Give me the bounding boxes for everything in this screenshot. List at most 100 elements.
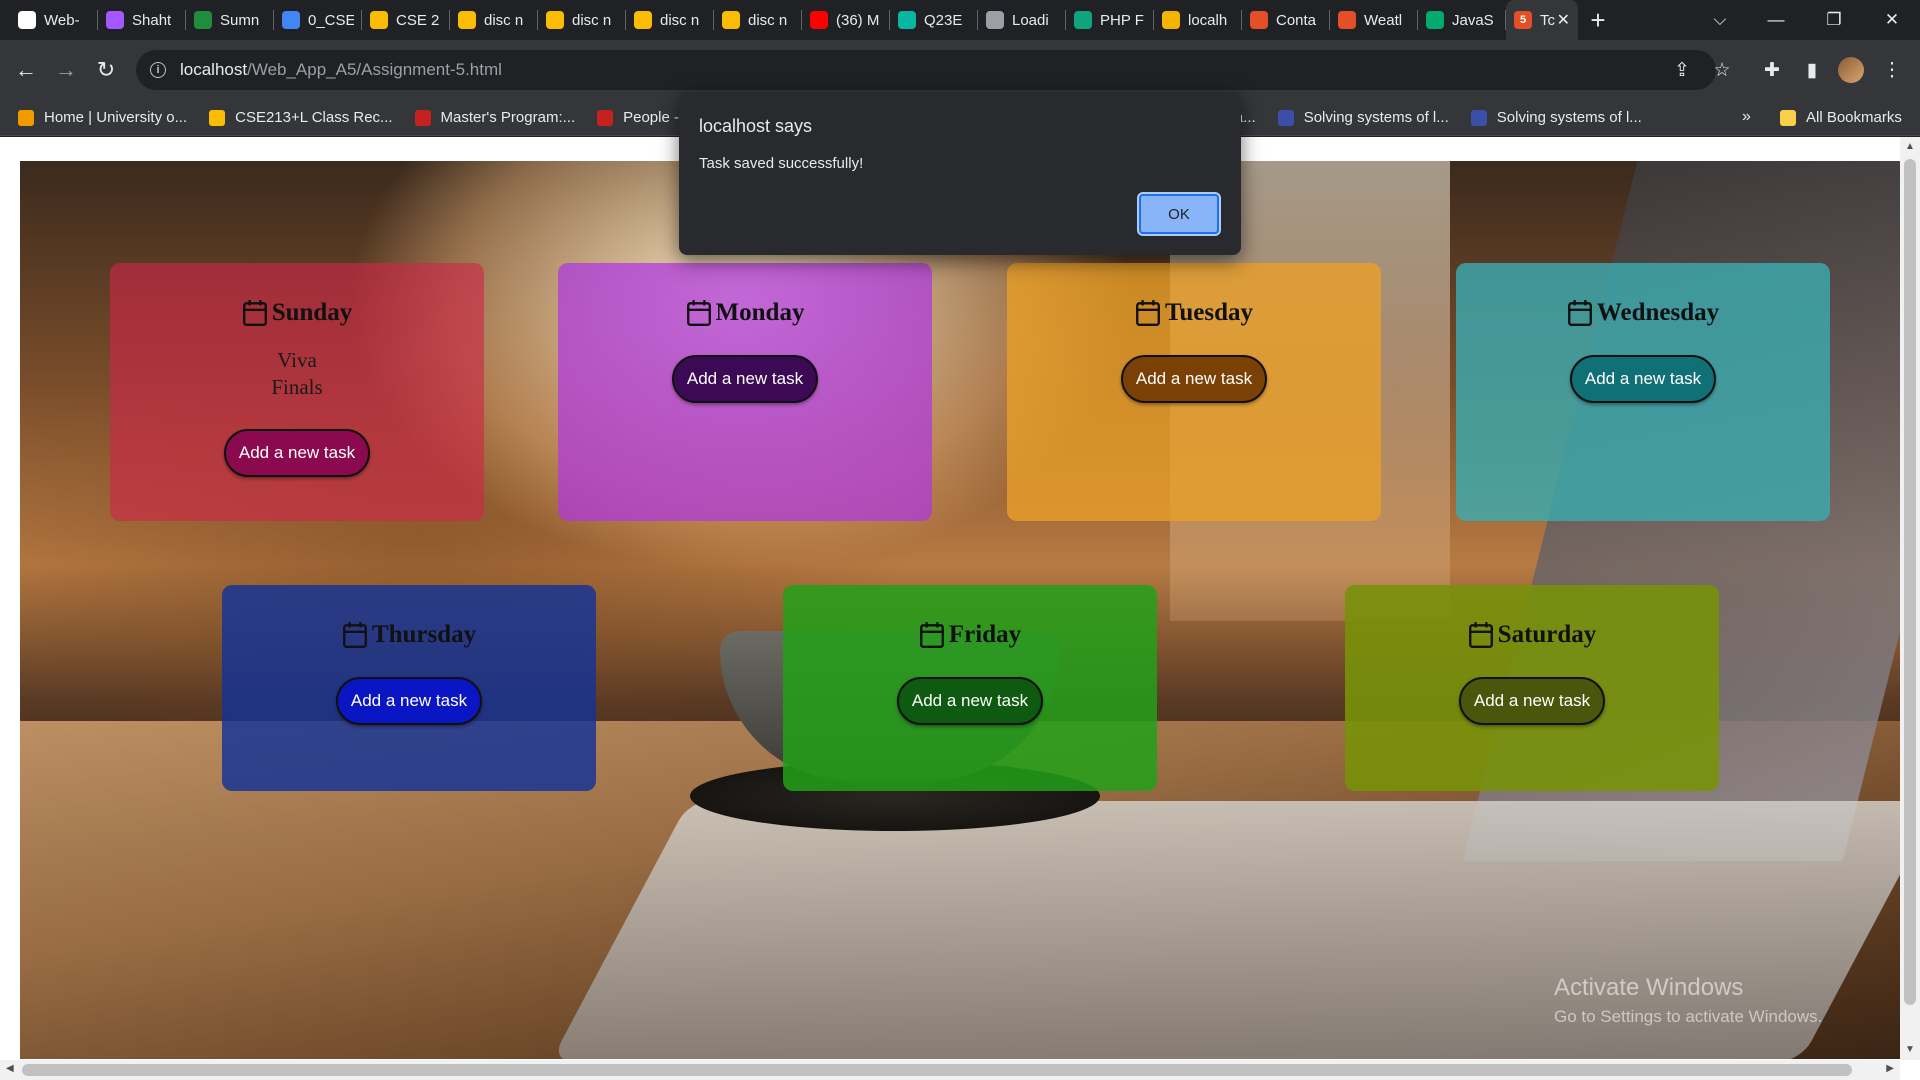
tab-2[interactable]: Sumn — [186, 0, 274, 40]
add-task-button[interactable]: Add a new task — [223, 429, 371, 477]
drive-icon — [634, 11, 652, 29]
calendar-icon — [1567, 300, 1592, 327]
day-heading: Thursday — [342, 621, 476, 649]
youtube-icon — [810, 11, 828, 29]
tab-4[interactable]: CSE 2 — [362, 0, 450, 40]
menu-icon[interactable]: ⋮ — [1874, 52, 1910, 88]
dialog-title: localhost says — [699, 116, 813, 136]
add-task-button[interactable]: Add a new task — [1120, 355, 1268, 403]
calendar-icon — [242, 300, 267, 327]
bookmark-favicon-icon — [1470, 109, 1487, 126]
tab-label: Q23E — [924, 11, 963, 29]
extensions-icon[interactable]: ✚ — [1754, 52, 1790, 88]
tab-16[interactable]: JavaS — [1418, 0, 1506, 40]
messenger-icon — [106, 11, 124, 29]
add-task-button[interactable]: Add a new task — [896, 677, 1044, 725]
day-name: Thursday — [371, 621, 477, 648]
tab-label: Weatl — [1364, 11, 1403, 29]
close-tab-icon[interactable]: ✕ — [1557, 10, 1570, 30]
profile-avatar[interactable] — [1838, 57, 1864, 83]
add-task-button[interactable]: Add a new task — [1458, 677, 1606, 725]
day-card-tuesday: Tuesday Add a new task — [1007, 263, 1381, 521]
day-heading: Wednesday — [1567, 299, 1719, 327]
tab-label: JavaS — [1452, 11, 1494, 29]
tab-9[interactable]: (36) M — [802, 0, 890, 40]
bookmark-favicon-icon — [597, 109, 614, 126]
tab-3[interactable]: 0_CSE — [274, 0, 362, 40]
codeium-icon — [898, 11, 916, 29]
task-item: Viva — [277, 348, 317, 372]
dialog-message: Task saved successfully! — [699, 155, 864, 172]
day-name: Tuesday — [1164, 299, 1253, 326]
tab-13[interactable]: localh — [1154, 0, 1242, 40]
site-info-icon[interactable]: i — [150, 62, 166, 78]
tab-15[interactable]: Weatl — [1330, 0, 1418, 40]
tab-0[interactable]: Web- — [10, 0, 98, 40]
tab-11[interactable]: Loadi — [978, 0, 1066, 40]
day-card-saturday: Saturday Add a new task — [1345, 585, 1719, 791]
vertical-scrollbar[interactable]: ▲ ▼ — [1900, 137, 1920, 1060]
day-heading: Monday — [686, 299, 804, 327]
ok-button[interactable]: OK — [1137, 192, 1221, 236]
calendar-icon — [919, 622, 944, 649]
horizontal-scroll-thumb[interactable] — [22, 1064, 1852, 1076]
bookmark-star-icon[interactable]: ☆ — [1704, 52, 1740, 88]
bookmarks-overflow-icon[interactable]: » — [1742, 108, 1751, 126]
address-bar[interactable]: i localhost/Web_App_A5/Assignment-5.html — [136, 50, 1716, 90]
tab-10[interactable]: Q23E — [890, 0, 978, 40]
side-panel-icon[interactable]: ▮ — [1794, 52, 1830, 88]
tab-12[interactable]: PHP F — [1066, 0, 1154, 40]
scroll-up-icon[interactable]: ▲ — [1904, 141, 1916, 153]
day-name: Friday — [948, 621, 1022, 648]
horizontal-scrollbar[interactable]: ◀ ▶ — [0, 1060, 1900, 1080]
all-bookmarks-button[interactable]: All Bookmarks — [1780, 109, 1902, 126]
url-host: localhost — [180, 60, 248, 79]
bookmark-item[interactable]: CSE213+L Class Rec... — [209, 109, 393, 126]
tab-6[interactable]: disc n — [538, 0, 626, 40]
close-window-button[interactable]: ✕ — [1862, 0, 1920, 40]
activate-windows-title: Activate Windows — [1554, 974, 1744, 1001]
bookmark-favicon-icon — [18, 109, 34, 126]
bookmark-item[interactable]: Solving systems of l... — [1470, 109, 1642, 126]
bookmark-item[interactable]: Solving systems of l... — [1277, 109, 1449, 126]
vertical-scroll-thumb[interactable] — [1904, 159, 1916, 1005]
new-tab-button[interactable]: + — [1578, 0, 1618, 40]
bookmark-label: CSE213+L Class Rec... — [235, 109, 393, 126]
tab-7[interactable]: disc n — [626, 0, 714, 40]
day-heading: Saturday — [1468, 621, 1596, 649]
scroll-left-icon[interactable]: ◀ — [6, 1063, 14, 1074]
tab-8[interactable]: disc n — [714, 0, 802, 40]
add-task-button[interactable]: Add a new task — [335, 677, 483, 725]
tab-search-icon[interactable]: ⌵ — [1690, 0, 1750, 40]
globe-icon — [986, 11, 1004, 29]
reload-icon[interactable]: ↻ — [88, 52, 124, 88]
tab-14[interactable]: Conta — [1242, 0, 1330, 40]
tab-label: disc n — [484, 11, 524, 29]
tab-label: 0_CSE — [308, 11, 354, 29]
tab-active[interactable]: 5 Tc ✕ — [1506, 0, 1578, 40]
day-card-wednesday: Wednesday Add a new task — [1456, 263, 1830, 521]
tab-label: Shaht — [132, 11, 172, 29]
scroll-right-icon[interactable]: ▶ — [1886, 1063, 1894, 1074]
tab-5[interactable]: disc n — [450, 0, 538, 40]
share-icon[interactable]: ⇪ — [1664, 52, 1700, 88]
tab-strip: Web- Shaht Sumn 0_CSE CSE 2 disc n disc n disc … — [0, 0, 1920, 40]
alert-dialog: localhost says Task saved successfully! … — [679, 92, 1241, 255]
bookmark-item[interactable]: Master's Program:... — [414, 109, 575, 126]
tab-label: PHP F — [1100, 11, 1144, 29]
restore-button[interactable]: ❐ — [1804, 0, 1864, 40]
github-icon — [18, 11, 36, 29]
forward-icon[interactable]: → — [48, 52, 84, 88]
tab-label: disc n — [572, 11, 612, 29]
add-task-button[interactable]: Add a new task — [671, 355, 819, 403]
back-icon[interactable]: ← — [8, 52, 44, 88]
bookmark-item[interactable]: Home | University o... — [18, 109, 187, 126]
minimize-button[interactable]: — — [1746, 0, 1806, 40]
add-task-button[interactable]: Add a new task — [1569, 355, 1717, 403]
drive-icon — [722, 11, 740, 29]
tab-label: Sumn — [220, 11, 260, 29]
scroll-down-icon[interactable]: ▼ — [1904, 1044, 1916, 1056]
tab-1[interactable]: Shaht — [98, 0, 186, 40]
drive-icon — [370, 11, 388, 29]
bookmark-favicon-icon — [1277, 109, 1294, 126]
